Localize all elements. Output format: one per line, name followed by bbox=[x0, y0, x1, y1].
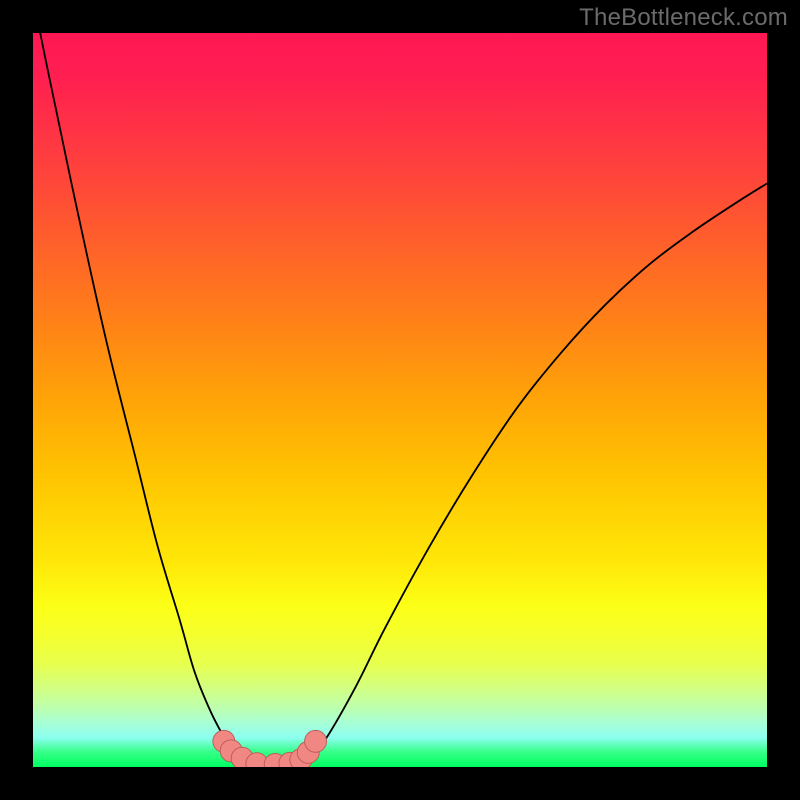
marker-dot bbox=[305, 730, 327, 752]
outer-frame: TheBottleneck.com bbox=[0, 0, 800, 800]
highlight-markers bbox=[213, 730, 327, 767]
plot-area bbox=[33, 33, 767, 767]
curve-left-branch bbox=[33, 33, 253, 764]
curve-right-branch bbox=[297, 183, 767, 763]
watermark-text: TheBottleneck.com bbox=[579, 4, 788, 32]
chart-svg bbox=[33, 33, 767, 767]
